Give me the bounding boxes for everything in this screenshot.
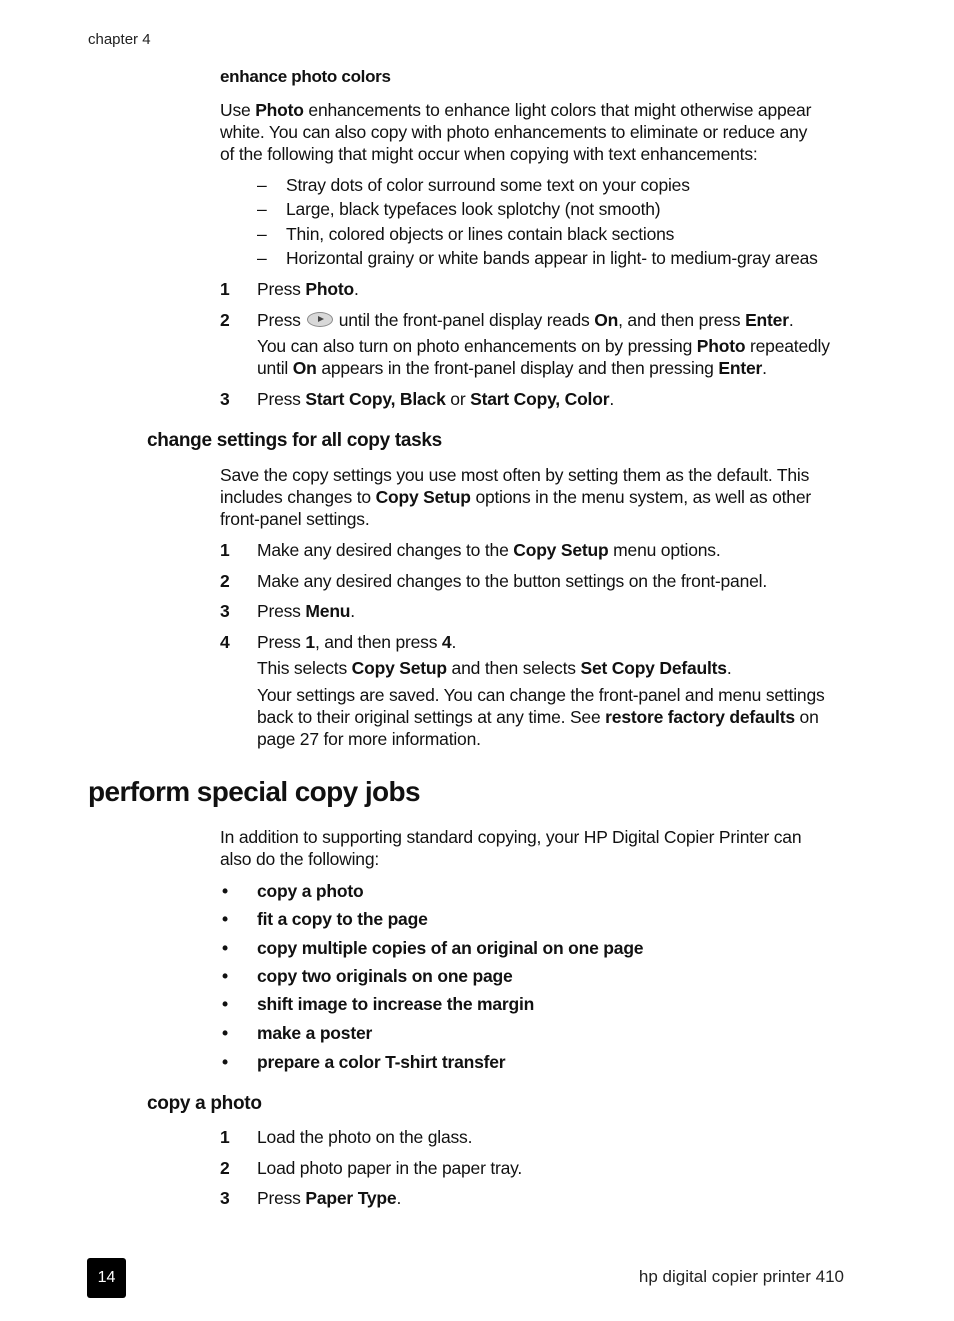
step-text: Make any desired changes to the Copy Set…	[257, 540, 721, 560]
change-settings-intro: Save the copy settings you use most ofte…	[220, 465, 811, 529]
step-number: 4	[220, 632, 230, 652]
page-number-badge: 14	[87, 1258, 126, 1298]
enhance-intro: Use Photo enhancements to enhance light …	[220, 99, 860, 165]
intro-line: white. You can also copy with photo enha…	[220, 122, 808, 142]
step-note: until On appears in the front-panel disp…	[257, 358, 767, 378]
section-title-perform-special-copy-jobs: perform special copy jobs	[88, 776, 421, 807]
step-number: 1	[220, 1127, 230, 1147]
step-number: 1	[220, 279, 230, 299]
step-text: Press Paper Type.	[257, 1188, 402, 1208]
step-text: Load photo paper in the paper tray.	[257, 1158, 523, 1178]
section-heading-copy-a-photo: copy a photo	[147, 1093, 262, 1114]
step-text: Press until the front-panel display reads…	[257, 309, 857, 379]
intro-line: Use Photo enhancements to enhance light …	[220, 100, 812, 120]
step-note: Your settings are saved. You can change …	[257, 685, 825, 749]
step-note: This selects Copy Setup and then selects…	[257, 658, 732, 678]
cross-reference: restore factory defaults	[605, 707, 795, 727]
section-heading-change-settings: change settings for all copy tasks	[147, 430, 442, 451]
step-text: Make any desired changes to the button s…	[257, 571, 767, 591]
step-number: 3	[220, 389, 230, 409]
special-intro: In addition to supporting standard copyi…	[220, 827, 802, 869]
keyword: Photo	[255, 100, 304, 120]
step-number: 3	[220, 1188, 230, 1208]
section-heading-enhance-photo-colors: enhance photo colors	[220, 67, 391, 86]
footer-product-title: hp digital copier printer 410	[638, 1267, 844, 1286]
step-number: 2	[220, 310, 230, 330]
intro-line: of the following that might occur when c…	[220, 144, 758, 164]
running-head: chapter 4	[88, 31, 151, 48]
step-number: 1	[220, 540, 230, 560]
step-note: You can also turn on photo enhancements …	[257, 336, 830, 356]
step-text: Press Photo.	[257, 279, 359, 299]
step-text: Press Start Copy, Black or Start Copy, C…	[257, 389, 614, 409]
right-arrow-button-icon	[306, 311, 333, 327]
step-number: 3	[220, 601, 230, 621]
step-number: 2	[220, 1158, 230, 1178]
step-text: Press 1, and then press 4. This selects …	[257, 631, 857, 750]
step-text: Press Menu.	[257, 601, 355, 621]
step-number: 2	[220, 571, 230, 591]
step-text: Load the photo on the glass.	[257, 1127, 473, 1147]
